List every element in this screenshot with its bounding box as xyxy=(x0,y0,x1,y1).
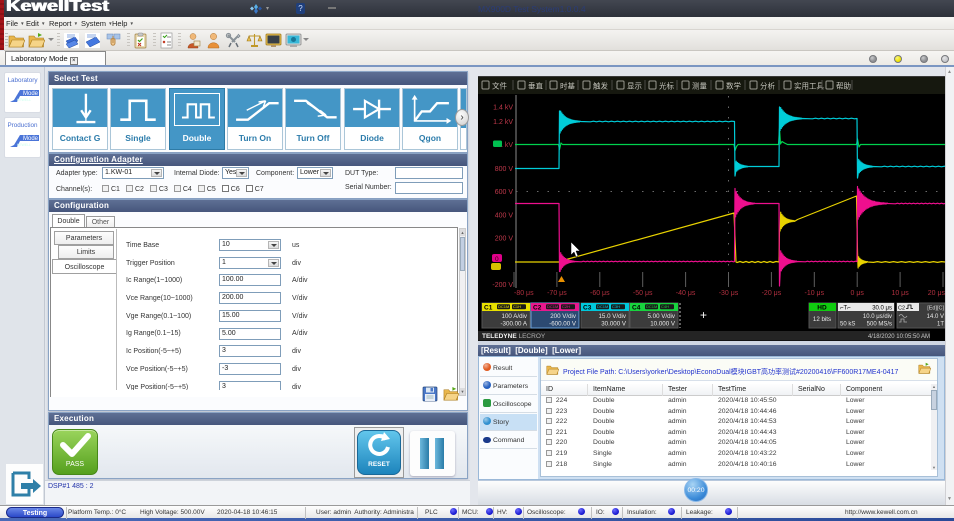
svg-text:-70 μs: -70 μs xyxy=(547,290,567,297)
svg-text:KEWELL: KEWELL xyxy=(17,143,31,147)
svg-text:200 V: 200 V xyxy=(495,236,514,243)
svg-text:C4H: C4H xyxy=(661,304,669,309)
svg-text:30.0 μs: 30.0 μs xyxy=(872,306,892,312)
svg-text:C3: C3 xyxy=(583,305,592,312)
svg-text:1.4 kV: 1.4 kV xyxy=(493,105,513,112)
svg-text:实用工具: 实用工具 xyxy=(794,81,824,91)
svg-text:Mode: Mode xyxy=(23,136,39,142)
svg-text:-30 μs: -30 μs xyxy=(719,290,739,297)
svg-text:-20 μs: -20 μs xyxy=(762,290,782,297)
svg-text:14.0 V: 14.0 V xyxy=(927,314,944,320)
svg-text:50 kS: 50 kS xyxy=(840,322,855,328)
svg-text:垂直: 垂直 xyxy=(528,81,543,91)
svg-text:200 V/div: 200 V/div xyxy=(550,313,577,320)
svg-text:30.000 V: 30.000 V xyxy=(601,321,627,328)
svg-text:C2H: C2H xyxy=(562,304,570,309)
svg-text:C1: C1 xyxy=(484,305,493,312)
svg-text:12 bits: 12 bits xyxy=(813,316,831,323)
svg-text:+: + xyxy=(700,308,707,322)
svg-text:测量: 测量 xyxy=(692,82,707,91)
svg-text:数学: 数学 xyxy=(726,81,741,91)
svg-text:DC1M: DC1M xyxy=(597,304,608,309)
svg-text:TELEDYNE LECROY: TELEDYNE LECROY xyxy=(482,333,546,340)
svg-text:1.2 kV: 1.2 kV xyxy=(493,119,513,126)
svg-text:4/18/2020 10:05:50 AM: 4/18/2020 10:05:50 AM xyxy=(868,334,930,340)
svg-text:500 MS/s: 500 MS/s xyxy=(867,322,892,328)
svg-text:时基: 时基 xyxy=(560,81,575,91)
svg-text:分析: 分析 xyxy=(760,81,775,91)
svg-text:⌐T⌐: ⌐T⌐ xyxy=(840,306,851,312)
svg-text:800 V: 800 V xyxy=(495,166,514,173)
svg-text:-200 V: -200 V xyxy=(492,282,513,289)
svg-text:C1H: C1H xyxy=(513,304,521,309)
svg-text:C2: C2 xyxy=(898,306,905,312)
svg-text:-40 μs: -40 μs xyxy=(676,290,696,297)
svg-text:1T: 1T xyxy=(937,322,944,328)
svg-text:10 μs: 10 μs xyxy=(891,290,909,297)
svg-text:C3H: C3H xyxy=(612,304,620,309)
svg-text:DC1M: DC1M xyxy=(498,304,509,309)
svg-text:HD: HD xyxy=(817,305,827,312)
svg-text:文件: 文件 xyxy=(492,81,507,91)
svg-text:[Ed][C]: [Ed][C] xyxy=(927,306,944,312)
svg-text:-60 μs: -60 μs xyxy=(590,290,610,297)
svg-text:100 A/div: 100 A/div xyxy=(502,313,528,320)
svg-text:10.000 V: 10.000 V xyxy=(650,321,676,328)
svg-text:DC1M: DC1M xyxy=(547,304,558,309)
svg-text:0: 0 xyxy=(495,256,499,263)
svg-text:15.0 V/div: 15.0 V/div xyxy=(598,313,626,320)
svg-text:-600.00 V: -600.00 V xyxy=(549,321,577,328)
svg-text:光标: 光标 xyxy=(659,81,674,91)
svg-text:DC1M: DC1M xyxy=(646,304,657,309)
svg-text:Mode: Mode xyxy=(23,91,39,97)
svg-text:-80 μs: -80 μs xyxy=(514,290,534,297)
svg-text:5.00 V/div: 5.00 V/div xyxy=(647,313,675,320)
svg-text:400 V: 400 V xyxy=(495,213,514,220)
svg-text:-10 μs: -10 μs xyxy=(804,290,824,297)
svg-text:C4: C4 xyxy=(632,305,641,312)
svg-text:20 μs: 20 μs xyxy=(928,290,945,297)
svg-text:0 μs: 0 μs xyxy=(851,290,865,297)
svg-text:触发: 触发 xyxy=(593,81,608,91)
svg-text:C2: C2 xyxy=(533,305,542,312)
svg-text:-50 μs: -50 μs xyxy=(633,290,653,297)
svg-text:-300.00 A: -300.00 A xyxy=(501,321,528,328)
svg-text:帮助: 帮助 xyxy=(836,81,851,91)
svg-text:显示: 显示 xyxy=(627,82,642,91)
svg-text:10.0 μs/div: 10.0 μs/div xyxy=(863,314,892,320)
svg-text:600 V: 600 V xyxy=(495,189,514,196)
svg-text:KEWELL: KEWELL xyxy=(17,98,31,102)
